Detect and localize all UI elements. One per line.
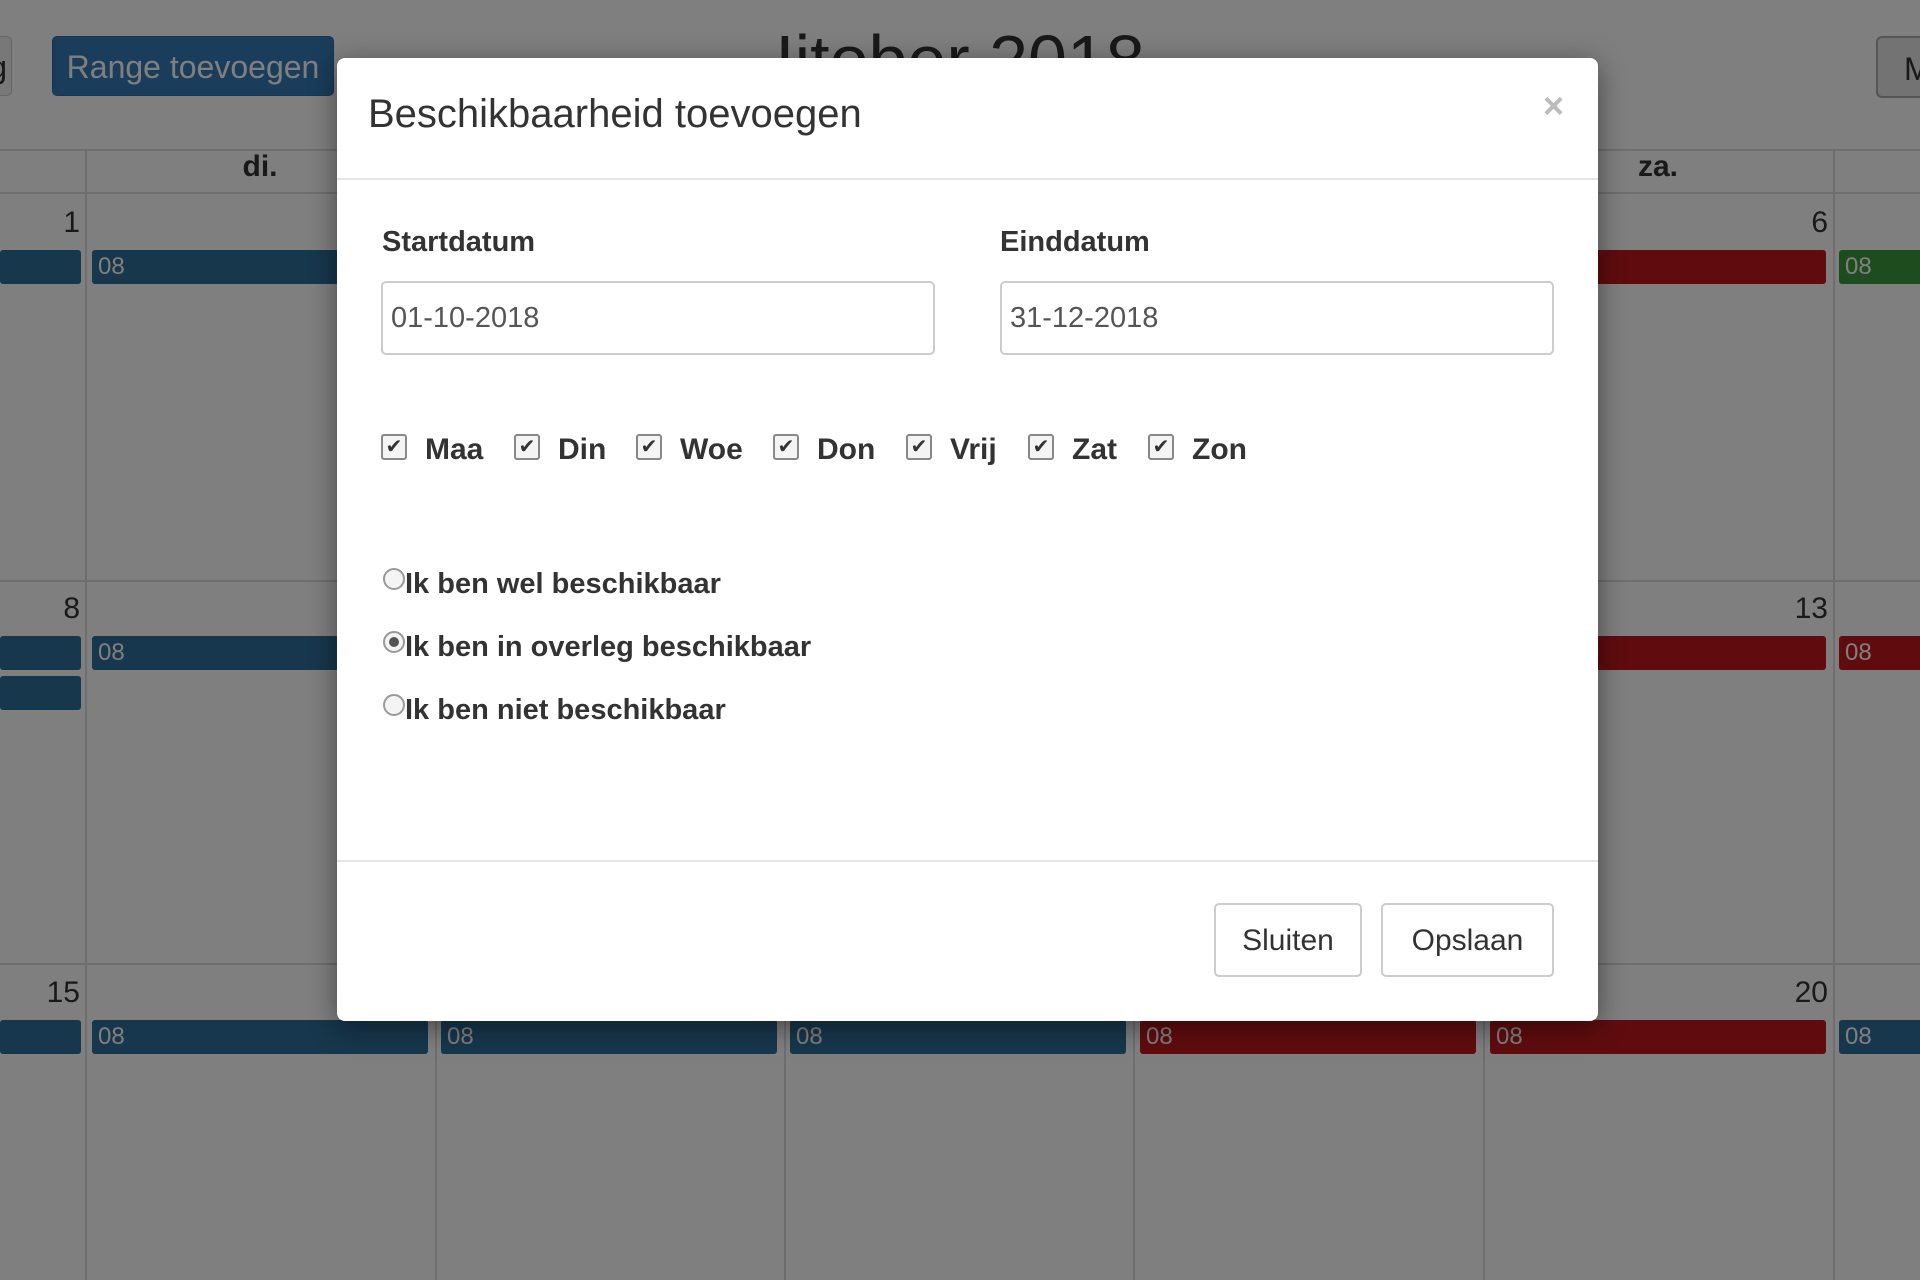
checkbox-vrij[interactable]: ✔	[906, 434, 932, 460]
radio-in-consultation[interactable]	[383, 630, 405, 653]
radio-option-not-available[interactable]: Ik ben niet beschikbaar	[383, 693, 726, 727]
end-date-label: Einddatum	[1000, 226, 1150, 258]
start-date-label: Startdatum	[382, 226, 536, 258]
radio-not-available[interactable]	[383, 693, 405, 716]
weekday-label: Zat	[1072, 433, 1117, 466]
modal-header: Beschikbaarheid toevoegen ×	[337, 58, 1598, 180]
radio-option-available[interactable]: Ik ben wel beschikbaar	[383, 567, 721, 601]
weekday-label: Zon	[1192, 433, 1247, 466]
weekday-label: Vrij	[950, 433, 997, 466]
weekday-option-woe[interactable]: ✔ Woe	[636, 433, 743, 475]
radio-label: Ik ben wel beschikbaar	[405, 568, 721, 600]
close-button[interactable]: Sluiten	[1214, 903, 1362, 977]
weekday-label: Din	[558, 433, 607, 466]
start-date-input[interactable]	[381, 281, 935, 355]
checkbox-zat[interactable]: ✔	[1028, 434, 1054, 460]
end-date-input[interactable]	[1000, 281, 1554, 355]
close-icon[interactable]: ×	[1543, 86, 1564, 126]
weekday-label: Maa	[425, 433, 484, 466]
weekday-option-vrij[interactable]: ✔ Vrij	[906, 433, 997, 475]
weekday-option-don[interactable]: ✔ Don	[773, 433, 875, 475]
checkbox-maa[interactable]: ✔	[381, 434, 407, 460]
checkbox-woe[interactable]: ✔	[636, 434, 662, 460]
radio-available[interactable]	[383, 567, 405, 590]
radio-label: Ik ben niet beschikbaar	[405, 694, 726, 726]
modal-title: Beschikbaarheid toevoegen	[368, 92, 862, 136]
weekday-option-zat[interactable]: ✔ Zat	[1028, 433, 1117, 475]
weekday-label: Woe	[680, 433, 743, 466]
checkbox-din[interactable]: ✔	[514, 434, 540, 460]
weekday-label: Don	[817, 433, 876, 466]
save-button[interactable]: Opslaan	[1381, 903, 1554, 977]
radio-label: Ik ben in overleg beschikbaar	[405, 631, 812, 663]
weekday-option-din[interactable]: ✔ Din	[514, 433, 606, 475]
weekday-option-maa[interactable]: ✔ Maa	[381, 433, 483, 475]
radio-option-in-consultation[interactable]: Ik ben in overleg beschikbaar	[383, 630, 812, 664]
checkbox-don[interactable]: ✔	[773, 434, 799, 460]
checkbox-zon[interactable]: ✔	[1148, 434, 1174, 460]
add-availability-modal: Beschikbaarheid toevoegen × Startdatum E…	[337, 58, 1598, 1021]
weekday-option-zon[interactable]: ✔ Zon	[1148, 433, 1247, 475]
